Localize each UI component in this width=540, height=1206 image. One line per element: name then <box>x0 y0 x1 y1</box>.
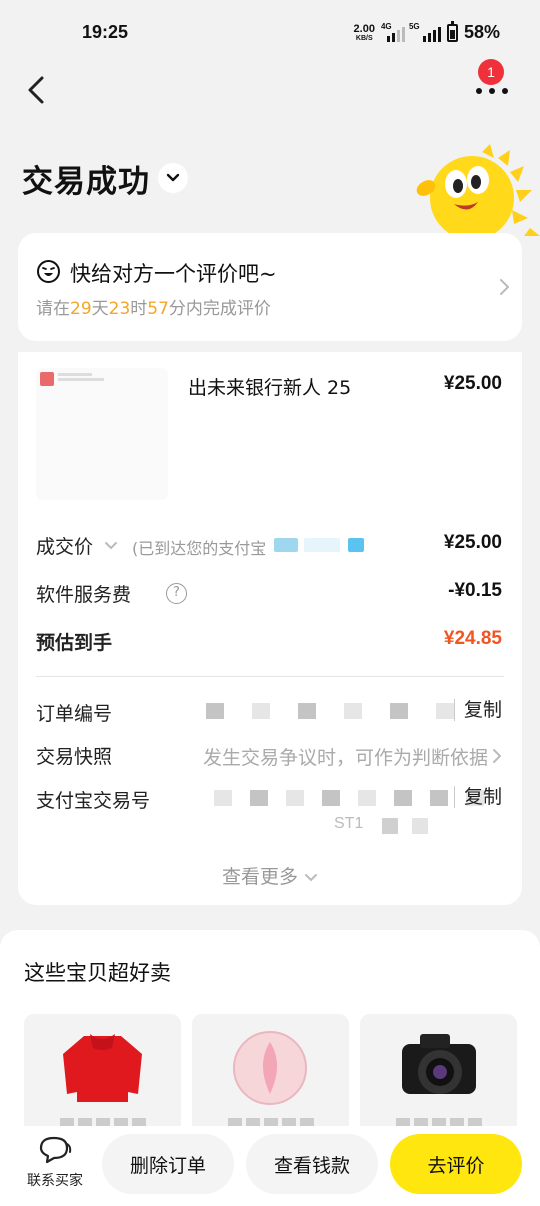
product-price: ¥25.00 <box>443 373 502 394</box>
chevron-right-icon <box>500 279 509 295</box>
chevron-down-icon <box>305 874 318 882</box>
chevron-down-icon <box>166 173 180 182</box>
masked-text <box>274 538 298 552</box>
help-icon[interactable]: ? <box>166 583 187 604</box>
deal-price-row: 成交价 (已到达您的支付宝 ¥25.00 <box>36 532 502 562</box>
snapshot-row[interactable]: 交易快照 发生交易争议时，可作为判断依据 <box>36 742 502 772</box>
masked-text <box>304 538 340 552</box>
service-fee-row: 软件服务费 ? -¥0.15 <box>36 580 502 610</box>
see-more-button[interactable]: 查看更多 <box>18 862 522 889</box>
signal-icon-5g: 5G <box>409 22 441 42</box>
thumbnail-avatar <box>40 372 54 386</box>
battery-icon <box>446 20 458 42</box>
service-fee-value: -¥0.15 <box>448 580 502 601</box>
product-name[interactable]: 出未来银行新人 25 <box>188 373 351 400</box>
status-dropdown-toggle[interactable] <box>158 163 188 193</box>
red-sweater-image <box>63 1034 142 1102</box>
masked-text <box>382 818 398 834</box>
masked-alipay-number <box>214 790 484 808</box>
go-review-button[interactable]: 去评价 <box>390 1134 522 1194</box>
masked-text <box>348 538 364 552</box>
recommended-item-sweater[interactable] <box>24 1014 181 1134</box>
chevron-down-icon[interactable] <box>104 541 118 551</box>
snapshot-note: 发生交易争议时，可作为判断依据 <box>202 747 488 769</box>
estimated-row: 预估到手 ¥24.85 <box>36 628 502 658</box>
delete-order-button[interactable]: 删除订单 <box>102 1134 234 1194</box>
thumbnail-text-lines <box>58 373 108 383</box>
alipay-number-trail: ST1 <box>334 815 364 832</box>
estimated-label: 预估到手 <box>36 632 113 654</box>
order-number-row: 订单编号 复制 <box>36 699 502 729</box>
network-speed: 2.00 KB/S <box>353 22 375 42</box>
order-number-label: 订单编号 <box>36 703 113 725</box>
smiley-icon <box>37 260 60 283</box>
contact-buyer-label: 联系买家 <box>27 1173 83 1189</box>
alipay-number-row: 支付宝交易号 复制 <box>36 786 502 816</box>
status-time: 19:25 <box>82 22 129 42</box>
product-thumbnail[interactable] <box>36 368 168 500</box>
page-title: 交易成功 <box>22 164 150 200</box>
pink-flower-case-image <box>233 1031 307 1105</box>
mascot-fish-illustration <box>416 144 540 240</box>
snapshot-label: 交易快照 <box>36 746 113 768</box>
order-details-card: 出未来银行新人 25 ¥25.00 成交价 (已到达您的支付宝 ¥25.00 软… <box>18 352 522 905</box>
alipay-number-label: 支付宝交易号 <box>36 790 151 812</box>
view-money-button[interactable]: 查看钱款 <box>246 1134 378 1194</box>
copy-alipay-number-button[interactable]: 复制 <box>453 786 502 808</box>
deal-price-label[interactable]: 成交价 <box>36 532 93 559</box>
battery-percent: 58% <box>463 22 500 42</box>
contact-buyer-button[interactable]: 联系买家 <box>20 1134 90 1194</box>
divider <box>36 676 504 677</box>
status-bar: 19:25 2.00 KB/S 4G 5G 58% <box>0 0 540 66</box>
chat-bubble-icon <box>39 1136 72 1164</box>
copy-order-number-button[interactable]: 复制 <box>453 699 502 721</box>
recommendations-title: 这些宝贝超好卖 <box>24 961 171 985</box>
recommended-item-camera[interactable] <box>360 1014 517 1134</box>
notification-badge: 1 <box>478 59 504 85</box>
masked-order-number <box>206 703 454 721</box>
signal-icon-4g: 4G <box>381 22 405 42</box>
chevron-left-icon <box>28 76 44 104</box>
masked-text <box>412 818 428 834</box>
service-fee-label: 软件服务费 <box>36 584 132 606</box>
review-prompt-title: 快给对方一个评价吧~ <box>70 262 277 286</box>
chevron-right-icon <box>493 749 502 763</box>
review-prompt-card[interactable]: 快给对方一个评价吧~ 请在29天23时57分内完成评价 <box>18 233 522 341</box>
back-button[interactable] <box>22 70 52 110</box>
deal-price-value: ¥25.00 <box>443 532 502 553</box>
deal-price-note: (已到达您的支付宝 <box>132 539 267 558</box>
status-icons: 2.00 KB/S 4G 5G 58% <box>353 20 500 43</box>
estimated-value: ¥24.85 <box>443 628 502 649</box>
review-countdown: 请在29天23时57分内完成评价 <box>36 299 271 319</box>
recommended-item-phone-case[interactable] <box>192 1014 349 1134</box>
more-dots-icon <box>476 88 508 94</box>
camera-image <box>402 1034 476 1094</box>
